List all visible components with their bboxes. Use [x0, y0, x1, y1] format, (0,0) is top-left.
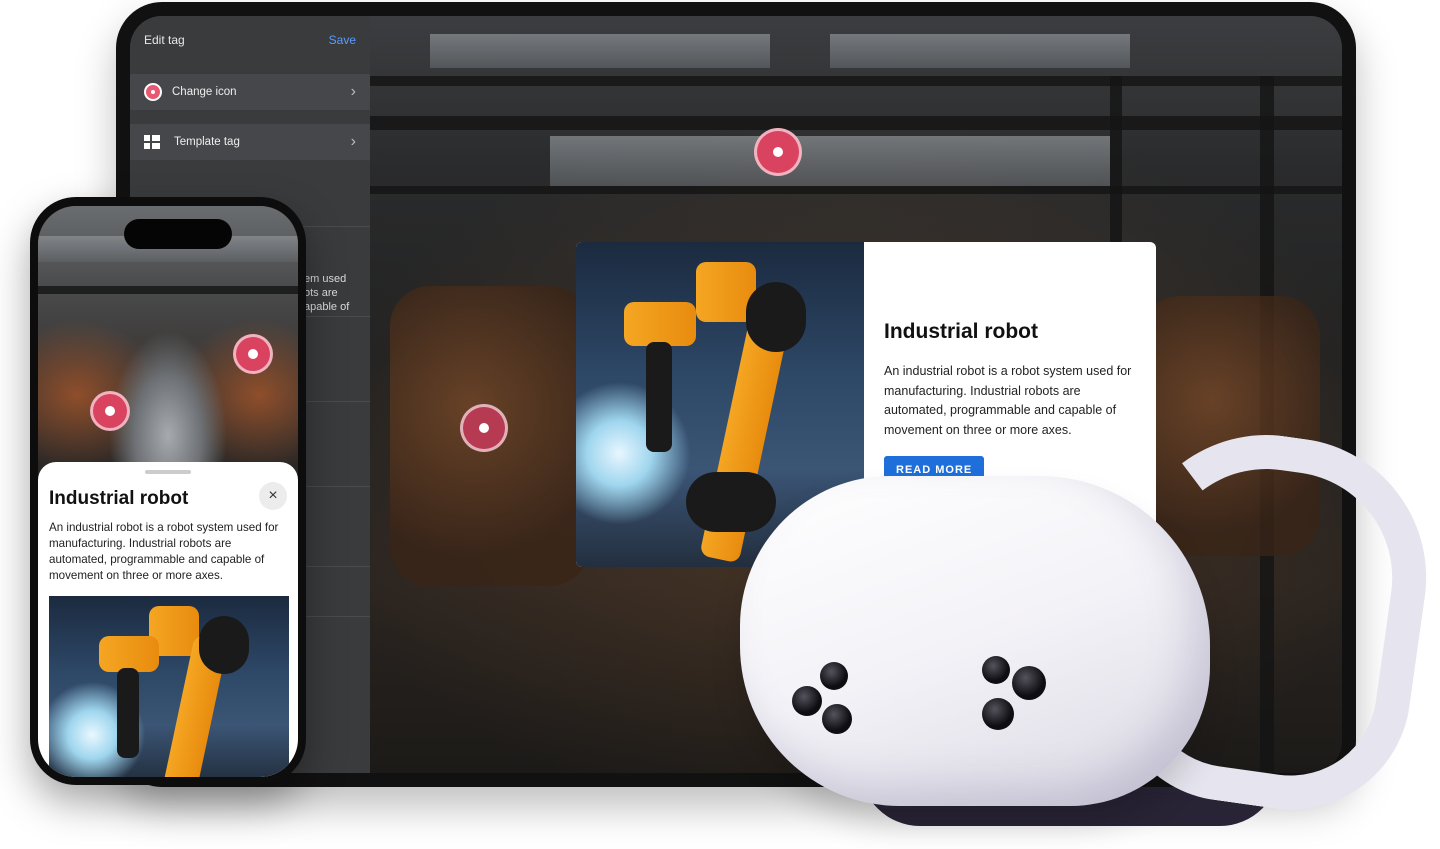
ceiling-beam — [370, 76, 1342, 86]
hotspot-marker[interactable] — [90, 391, 130, 431]
template-tag-row[interactable]: Template tag › — [130, 124, 370, 160]
skylight — [550, 136, 1110, 186]
camera-sensor — [822, 704, 852, 734]
vr-headset — [740, 416, 1440, 836]
camera-sensor — [982, 698, 1014, 730]
chevron-right-icon: › — [350, 83, 356, 100]
editor-title: Edit tag — [144, 33, 185, 47]
sheet-description: An industrial robot is a robot system us… — [49, 521, 279, 582]
robot-arm-part — [624, 302, 696, 346]
hotspot-icon — [144, 83, 162, 101]
robot-image — [49, 596, 289, 777]
camera-sensor — [792, 686, 822, 716]
hotspot-marker[interactable] — [233, 334, 273, 374]
hotspot-marker[interactable] — [754, 128, 802, 176]
sheet-title: Industrial robot — [49, 488, 189, 509]
obscured-text: em used ots are apable of — [304, 272, 370, 314]
obscured-line: em used — [304, 273, 347, 285]
template-tag-label: Template tag — [174, 136, 240, 148]
camera-sensor — [982, 656, 1010, 684]
headset-visor — [740, 476, 1210, 806]
robot-tool — [117, 668, 139, 758]
camera-sensor — [1012, 666, 1046, 700]
obscured-line: apable of — [304, 301, 350, 313]
ceiling-beam — [370, 186, 1342, 194]
robot-joint — [746, 282, 806, 352]
close-icon[interactable]: × — [259, 482, 287, 510]
robot-joint — [199, 616, 249, 674]
editor-header: Edit tag Save — [130, 16, 370, 64]
sheet-grabber[interactable] — [145, 470, 191, 474]
ceiling-beam — [370, 116, 1342, 130]
ceiling-beam — [38, 286, 298, 294]
phone-notch — [124, 219, 232, 249]
card-description: An industrial robot is a robot system us… — [884, 364, 1132, 437]
skylight — [430, 34, 770, 68]
template-icon — [144, 135, 160, 149]
camera-sensor — [820, 662, 848, 690]
obscured-line: ots are — [304, 287, 338, 299]
hotspot-marker[interactable] — [460, 404, 508, 452]
chevron-right-icon: › — [350, 133, 356, 150]
robot-tool — [646, 342, 672, 452]
save-button[interactable]: Save — [329, 33, 356, 47]
change-icon-label: Change icon — [172, 86, 237, 98]
phone-device: Industrial robot × An industrial robot i… — [30, 197, 306, 785]
card-title: Industrial robot — [884, 320, 1038, 343]
bottom-sheet: Industrial robot × An industrial robot i… — [38, 462, 298, 777]
skylight — [830, 34, 1130, 68]
change-icon-row[interactable]: Change icon › — [130, 74, 370, 110]
robot-arm-part — [99, 636, 159, 672]
phone-screen: Industrial robot × An industrial robot i… — [38, 206, 298, 777]
